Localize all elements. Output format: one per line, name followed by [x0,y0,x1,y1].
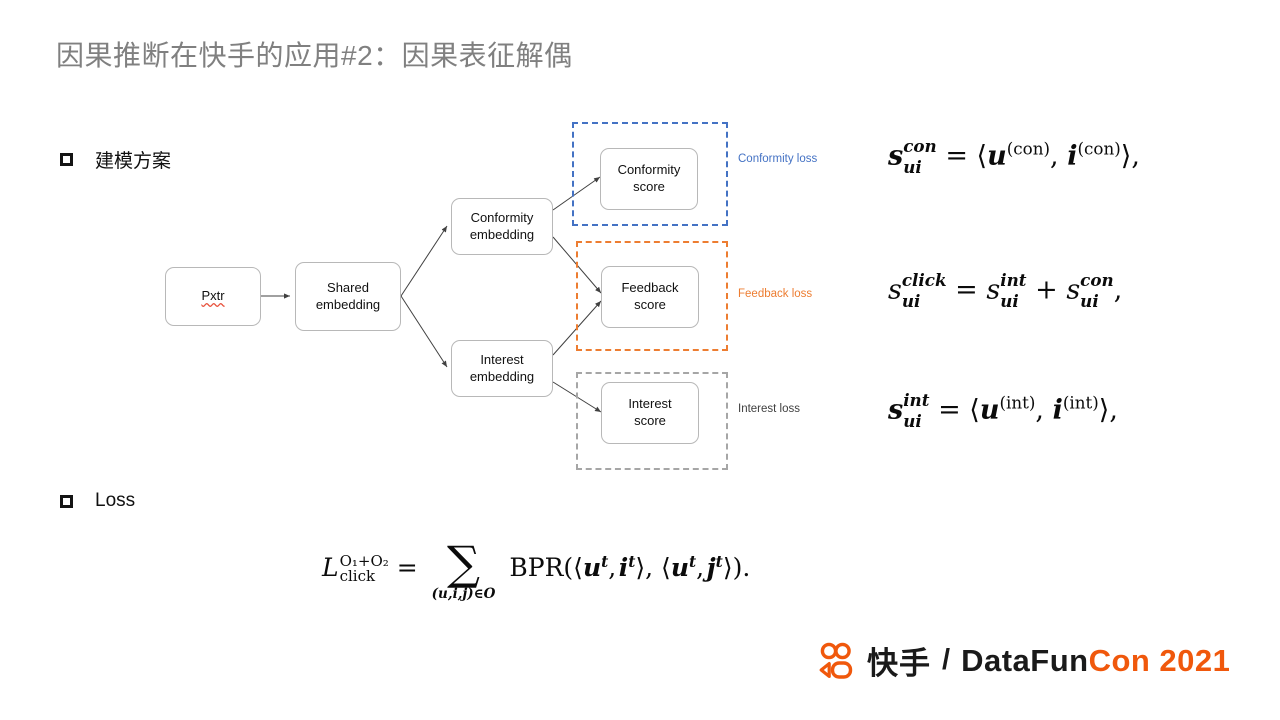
eq-click-term1-sup: int [1000,269,1027,290]
eq-interest-relation: = [938,394,961,426]
eq-click-term2-sup: con [1080,269,1114,290]
logo-separator: / [942,644,951,676]
kuaishou-camera-icon [819,642,853,679]
diagram-node-pxtr-label: Pxtr [201,288,225,304]
bullet-marker-icon [60,153,73,166]
bullet-item-loss: Loss [60,490,135,512]
eq-interest-lhs-base: s [888,394,904,426]
diagram-node-conformity-embedding: Conformity embedding [451,198,553,255]
eq-conformity-vec-u: u [987,140,1007,172]
bullet-label-loss: Loss [95,490,136,511]
eq-click-lhs-base: s [888,274,902,306]
diagram-node-shared-embedding: Shared embedding [295,262,401,331]
eq-conformity-tag-i: (con) [1077,138,1121,159]
eq-conformity-lhs-sup: con [903,135,937,156]
eq-click-term2-base: s [1066,274,1081,306]
bullet-label-modeling: 建模方案 [95,151,172,172]
eq-conformity-lhs-base: s [888,140,904,172]
logo-wordmark-con2021: Con 2021 [1088,642,1231,678]
eq-conformity-lhs-sub: ui [903,157,922,178]
diagram-node-pxtr: Pxtr [165,267,261,326]
diagram-node-conformity-embedding-line2: embedding [469,226,535,242]
diagram-node-conformity-score-line2: score [633,179,665,194]
eq-loss-sum-limit: (u,i,j)∈O [431,585,496,602]
eq-click-term1-sub: ui [1000,291,1019,312]
diagram-node-interest-embedding: Interest embedding [451,340,553,397]
eq-conformity-tag-u: (con) [1006,138,1051,159]
diagram-node-conformity-score: Conformity score [600,148,698,210]
eq-click-trailing: , [1113,274,1123,306]
eq-interest-vec-i: i [1052,394,1063,426]
loss-label-conformity: Conformity loss [738,153,818,165]
connector-shared-to-conformity-embedding [400,225,448,297]
equation-click-score: s click ui = s int ui + s con ui, [888,269,1123,312]
eq-conformity-relation: = [945,140,968,172]
eq-loss-function-name: BPR [509,553,564,583]
eq-interest-trailing: , [1109,394,1118,426]
model-architecture-diagram [0,0,1280,720]
eq-interest-tag-u: (int) [999,392,1036,413]
eq-loss-relation: = [396,553,418,583]
diagram-node-interest-score: Interest score [601,382,699,444]
bullet-item-modeling: 建模方案 [60,146,171,173]
equation-click-loss: L O₁+O₂ click = ∑ (u,i,j)∈O BPR(⟨ut, it⟩, … [322,536,751,602]
loss-label-interest: Interest loss [738,403,800,415]
eq-loss-lhs-base: L [322,553,339,583]
equation-interest-score: s int ui = ⟨u(int), i(int)⟩, [888,389,1118,432]
eq-loss-trailing: ⟩). [722,553,751,583]
eq-loss-summation: ∑ (u,i,j)∈O [431,536,496,602]
connector-shared-to-interest-embedding [400,295,448,368]
bullet-marker-icon [60,494,73,508]
eq-click-relation: = [955,274,978,306]
loss-label-feedback: Feedback loss [738,288,813,300]
eq-interest-vec-u: u [979,394,1000,426]
equation-conformity-score: s con ui = ⟨u(con), i(con)⟩, [888,135,1140,178]
eq-click-lhs-sup: click [901,269,947,290]
diagram-node-conformity-embedding-line1: Conformity [470,209,534,225]
diagram-node-interest-embedding-line2: embedding [469,368,535,384]
eq-click-operator: + [1035,274,1058,306]
eq-click-lhs-sub: ui [901,291,921,312]
diagram-node-feedback-score: Feedback score [601,266,699,328]
eq-click-term1-base: s [986,274,1001,306]
diagram-node-shared-embedding-line1: Shared [327,279,369,295]
footer-logo: 快手 / DataFunCon 2021 [816,638,1230,683]
logo-wordmark-datafun: DataFun [961,642,1089,678]
summation-sigma-icon: ∑ [447,536,481,590]
logo-brand-cn: 快手 [867,646,931,681]
eq-interest-tag-i: (int) [1062,392,1099,413]
eq-conformity-vec-i: i [1067,140,1078,172]
diagram-node-shared-embedding-line2: embedding [315,296,381,312]
diagram-node-conformity-score-line1: Conformity [617,162,681,178]
eq-click-term2-sub: ui [1080,291,1099,312]
diagram-node-interest-score-line1: Interest [628,396,672,412]
eq-interest-lhs-sup: int [903,389,930,410]
eq-loss-lhs-sub: click [339,567,376,586]
diagram-node-interest-score-line2: score [634,413,666,428]
diagram-node-interest-embedding-line1: Interest [480,351,524,367]
diagram-node-feedback-score-line1: Feedback [621,280,679,296]
page-title: 因果推断在快手的应用#2：因果表征解偶 [56,40,573,71]
eq-interest-lhs-sub: ui [903,411,922,432]
diagram-node-feedback-score-line2: score [634,297,666,312]
